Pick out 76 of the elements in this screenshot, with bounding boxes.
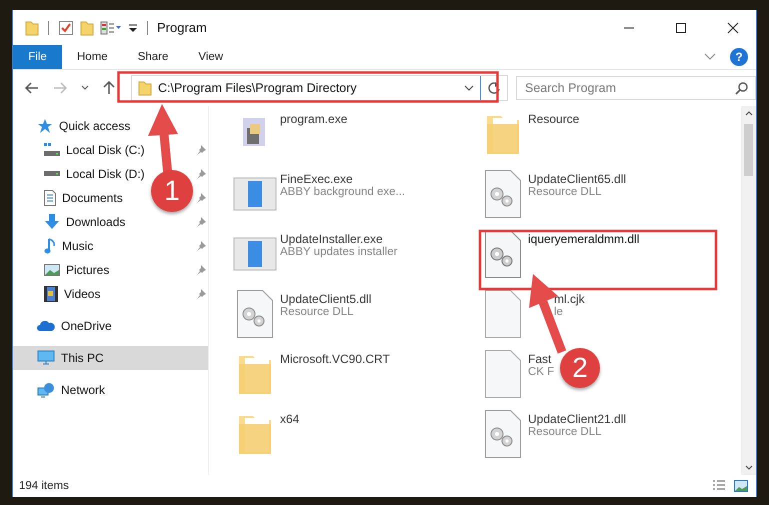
nav-item[interactable]: Local Disk (D:) — [13, 162, 151, 186]
download-arrow-icon — [44, 214, 60, 230]
pin-icon[interactable] — [196, 241, 206, 251]
file-name[interactable]: UpdateClient65.dll — [528, 172, 626, 186]
star-icon — [37, 118, 53, 134]
file-name[interactable]: ml.cjk — [554, 292, 585, 306]
pin-icon[interactable] — [196, 289, 206, 299]
maximize-icon[interactable] — [675, 22, 687, 34]
nav-item[interactable]: Documents — [13, 186, 151, 210]
file-description: ABBY updates installer — [280, 246, 398, 258]
chevron-down-icon[interactable] — [81, 85, 89, 91]
pin-icon[interactable] — [196, 193, 206, 203]
help-button[interactable]: ? — [730, 48, 748, 66]
picture-icon — [44, 264, 60, 276]
file-name[interactable]: Resource — [528, 112, 580, 126]
scroll-down-icon[interactable] — [744, 465, 752, 471]
chevron-down-icon[interactable] — [464, 85, 474, 91]
file-name[interactable]: iqueryemeraldmm.dll — [528, 232, 640, 246]
nav-item[interactable]: Quick access — [13, 114, 208, 138]
music-note-icon — [44, 238, 56, 254]
search-icon — [735, 82, 748, 95]
folder-icon — [138, 80, 152, 96]
nav-item[interactable]: Local Disk (C:) — [13, 138, 151, 162]
drive-icon — [44, 171, 60, 177]
file-description: CK F — [528, 366, 554, 378]
file-description: ABBY background exe... — [280, 186, 406, 198]
nav-item[interactable]: Music — [13, 234, 151, 258]
properties-icon[interactable] — [100, 20, 122, 36]
file-description: Resource DLL — [280, 306, 354, 318]
nav-item[interactable]: Network — [13, 378, 208, 402]
folder-icon[interactable] — [80, 20, 94, 36]
nav-item[interactable]: Downloads — [13, 210, 151, 234]
monitor-icon — [37, 350, 55, 366]
up-arrow-icon[interactable] — [103, 81, 115, 95]
checklist-icon[interactable] — [58, 20, 74, 36]
file-name[interactable]: x64 — [280, 412, 300, 426]
drive-icon — [44, 143, 60, 157]
pin-icon[interactable] — [196, 265, 206, 275]
pin-icon[interactable] — [196, 169, 206, 179]
file-description: Resource DLL — [528, 186, 602, 198]
document-icon — [44, 190, 56, 206]
folder-icon[interactable] — [25, 20, 39, 36]
close-icon[interactable] — [727, 22, 739, 34]
file-name[interactable]: UpdateInstaller.exe — [280, 232, 383, 246]
file-name[interactable]: Fast — [528, 352, 552, 366]
file-description: le — [554, 306, 563, 318]
item-count: 194 items — [19, 480, 69, 492]
refresh-icon[interactable] — [487, 81, 501, 95]
nav-item[interactable]: Videos — [13, 282, 151, 306]
scrollbar[interactable] — [741, 106, 756, 475]
pin-icon[interactable] — [196, 145, 206, 155]
search-field[interactable]: Search Program — [516, 76, 756, 100]
details-view-icon[interactable] — [712, 480, 726, 492]
file-name[interactable]: program.exe — [280, 112, 348, 126]
film-icon — [44, 286, 58, 302]
file-name[interactable]: UpdateClient21.dll — [528, 412, 626, 426]
cloud-icon — [37, 320, 55, 332]
file-name[interactable]: Microsoft.VC90.CRT — [280, 352, 390, 366]
scroll-up-icon[interactable] — [744, 110, 752, 116]
ribbon-tab[interactable]: Share — [122, 45, 184, 69]
nav-item[interactable]: Pictures — [13, 258, 151, 282]
ribbon-tab[interactable]: Home — [62, 45, 123, 69]
window-title: Program — [157, 20, 207, 35]
back-arrow-icon[interactable] — [25, 82, 39, 94]
nav-item[interactable]: This PC — [13, 346, 208, 370]
address-bar[interactable]: C:\Program Files\Program Directory — [131, 75, 508, 101]
ribbon-tab[interactable]: View — [183, 45, 238, 69]
file-name[interactable]: UpdateClient5.dll — [280, 292, 372, 306]
pin-icon[interactable] — [196, 217, 206, 227]
network-icon — [37, 382, 55, 398]
large-icons-view-icon[interactable] — [734, 480, 748, 492]
scroll-thumb[interactable] — [744, 124, 753, 176]
nav-item[interactable]: OneDrive — [13, 314, 208, 338]
file-name[interactable]: FineExec.exe — [280, 172, 353, 186]
file-description: Resource DLL — [528, 426, 602, 438]
file-tab[interactable]: File — [13, 45, 62, 69]
